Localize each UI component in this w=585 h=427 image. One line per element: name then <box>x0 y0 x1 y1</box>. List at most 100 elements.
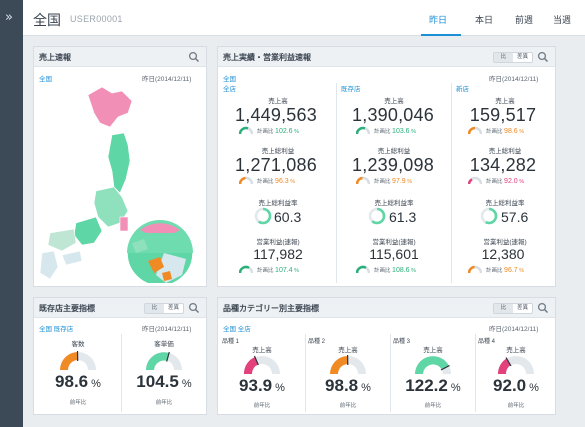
kpi-foot: 前年比 <box>507 403 525 409</box>
panel-header: 既存店主要指標 比 差異 <box>34 298 206 318</box>
kpi-label: 客単価 <box>154 341 174 348</box>
column-name: 全店 <box>223 86 236 93</box>
category-kpi-panel: 品種カテゴリー別主要指標 比 差異 全国 全店 昨日(2014/12/11) 品… <box>217 297 556 415</box>
map-region-kansai <box>73 216 103 246</box>
margin-ring-icon <box>368 207 386 225</box>
margin-ring-icon <box>254 207 272 225</box>
search-icon[interactable] <box>188 51 200 63</box>
panel-title: 売上速報 <box>39 53 71 62</box>
tab-today[interactable]: 本日 <box>475 13 493 26</box>
gross-label: 売上総利益 <box>261 148 295 155</box>
sales-label: 売上高 <box>384 98 404 105</box>
toggle-diff[interactable]: 差異 <box>513 304 532 313</box>
map-scope: 全国 <box>39 76 52 83</box>
search-icon[interactable] <box>537 302 549 314</box>
sales-value: 1,449,563 <box>235 105 317 125</box>
map-region-hokkaido <box>87 86 133 128</box>
ratio-diff-toggle[interactable]: 比 差異 <box>144 303 184 314</box>
gross-value: 1,239,098 <box>352 155 434 175</box>
kpi-foot: 前年比 <box>424 403 442 409</box>
category-date: 昨日(2014/12/11) <box>489 326 539 333</box>
map-region-kyushu <box>39 250 59 280</box>
sales-date: 昨日(2014/12/11) <box>489 76 539 83</box>
plan-gauge-icon <box>356 126 370 135</box>
plan-gauge-icon <box>239 126 253 135</box>
map-date: 昨日(2014/12/11) <box>142 76 192 83</box>
margin-value: 57.6 <box>501 209 529 225</box>
margin-label: 売上総利益率 <box>374 200 414 207</box>
tab-this-week[interactable]: 当週 <box>553 13 571 26</box>
margin-ring-icon <box>480 207 498 225</box>
map-region-shikoku <box>61 250 83 266</box>
panel-header: 品種カテゴリー別主要指標 比 差異 <box>218 298 555 318</box>
sales-label: 売上高 <box>495 98 515 105</box>
panel-title: 既存店主要指標 <box>39 304 95 313</box>
op-label: 営業利益(速報) <box>256 239 300 246</box>
search-icon[interactable] <box>188 302 200 314</box>
kpi-gauge <box>330 354 366 374</box>
sales-label: 売上高 <box>268 98 288 105</box>
panel-title: 品種カテゴリー別主要指標 <box>223 304 319 313</box>
op-label: 営業利益(速報) <box>483 239 527 246</box>
plan-gauge-icon <box>239 176 253 185</box>
kpi-value: 93.9 % <box>239 376 285 395</box>
category-scope: 全国 全店 <box>223 326 251 333</box>
toggle-diff[interactable]: 差異 <box>513 53 532 62</box>
kpi-value: 98.8 % <box>325 376 371 395</box>
expand-sidebar-icon[interactable]: » <box>5 10 13 25</box>
top-bar: 全国 USER00001 昨日 本日 前週 当週 <box>23 0 585 36</box>
sales-map-panel: 売上速報 全国 昨日(2014/12/11) <box>33 46 207 287</box>
sales-value: 159,517 <box>469 105 537 125</box>
op-plan-ratio: 計画比 107.4 % <box>257 267 299 274</box>
active-tab-indicator <box>421 34 461 36</box>
scope-title[interactable]: 全国 <box>33 10 61 30</box>
ratio-diff-toggle[interactable]: 比 差異 <box>493 52 533 63</box>
toggle-ratio[interactable]: 比 <box>494 304 513 313</box>
kpi-gauge <box>415 356 451 374</box>
toggle-ratio[interactable]: 比 <box>494 53 513 62</box>
toggle-ratio[interactable]: 比 <box>145 304 164 313</box>
kpi-gauge <box>497 356 534 374</box>
kpi-date: 昨日(2014/12/11) <box>142 326 192 333</box>
tab-yesterday[interactable]: 昨日 <box>429 13 447 26</box>
kpi-label: 客数 <box>71 341 85 348</box>
sales-plan-ratio: 計画比 102.6 % <box>257 128 299 135</box>
gross-plan-ratio: 計画比 97.9 % <box>374 178 413 185</box>
sales-scope: 全国 <box>223 76 236 83</box>
existing-kpi-panel: 既存店主要指標 比 差異 全国 既存店 昨日(2014/12/11) 客数 98… <box>33 297 207 415</box>
search-icon[interactable] <box>537 51 549 63</box>
gross-plan-ratio: 計画比 96.3 % <box>257 178 296 185</box>
kpi-foot: 前年比 <box>253 403 271 409</box>
toggle-diff[interactable]: 差異 <box>164 304 183 313</box>
ratio-diff-toggle[interactable]: 比 差異 <box>493 303 533 314</box>
panel-header: 売上実績・営業利益速報 比 差異 <box>218 47 555 67</box>
sales-plan-ratio: 計画比 98.6 % <box>486 128 525 135</box>
map-region-tohoku <box>107 132 131 194</box>
kpi-value: 104.5 % <box>136 372 192 391</box>
side-rail: » <box>0 0 23 427</box>
kpi-gauge <box>243 355 280 374</box>
op-label: 営業利益(速報) <box>372 239 416 246</box>
kpi-foot: 前年比 <box>69 400 87 406</box>
panel-title: 売上実績・営業利益速報 <box>223 53 311 62</box>
user-id: USER00001 <box>70 14 123 24</box>
map-region-highlight <box>119 216 129 232</box>
plan-gauge-icon <box>239 265 253 274</box>
plan-gauge-icon <box>468 126 482 135</box>
op-plan-ratio: 計画比 108.6 % <box>374 267 416 274</box>
japan-map[interactable] <box>36 83 206 283</box>
tab-last-week[interactable]: 前週 <box>515 13 533 26</box>
kpi-value: 92.0 % <box>493 376 539 395</box>
margin-label: 売上総利益率 <box>258 200 298 207</box>
op-value: 115,601 <box>369 246 419 262</box>
kpi-value: 122.2 % <box>405 376 461 395</box>
plan-gauge-icon <box>356 265 370 274</box>
gross-plan-ratio: 計画比 92.0 % <box>486 178 525 185</box>
margin-value: 60.3 <box>274 209 302 225</box>
plan-gauge-icon <box>356 176 370 185</box>
gross-value: 134,282 <box>469 155 537 175</box>
kpi-scope: 全国 既存店 <box>39 326 74 333</box>
gross-label: 売上総利益 <box>377 148 411 155</box>
sales-value: 1,390,046 <box>352 105 434 125</box>
plan-gauge-icon <box>468 176 482 185</box>
